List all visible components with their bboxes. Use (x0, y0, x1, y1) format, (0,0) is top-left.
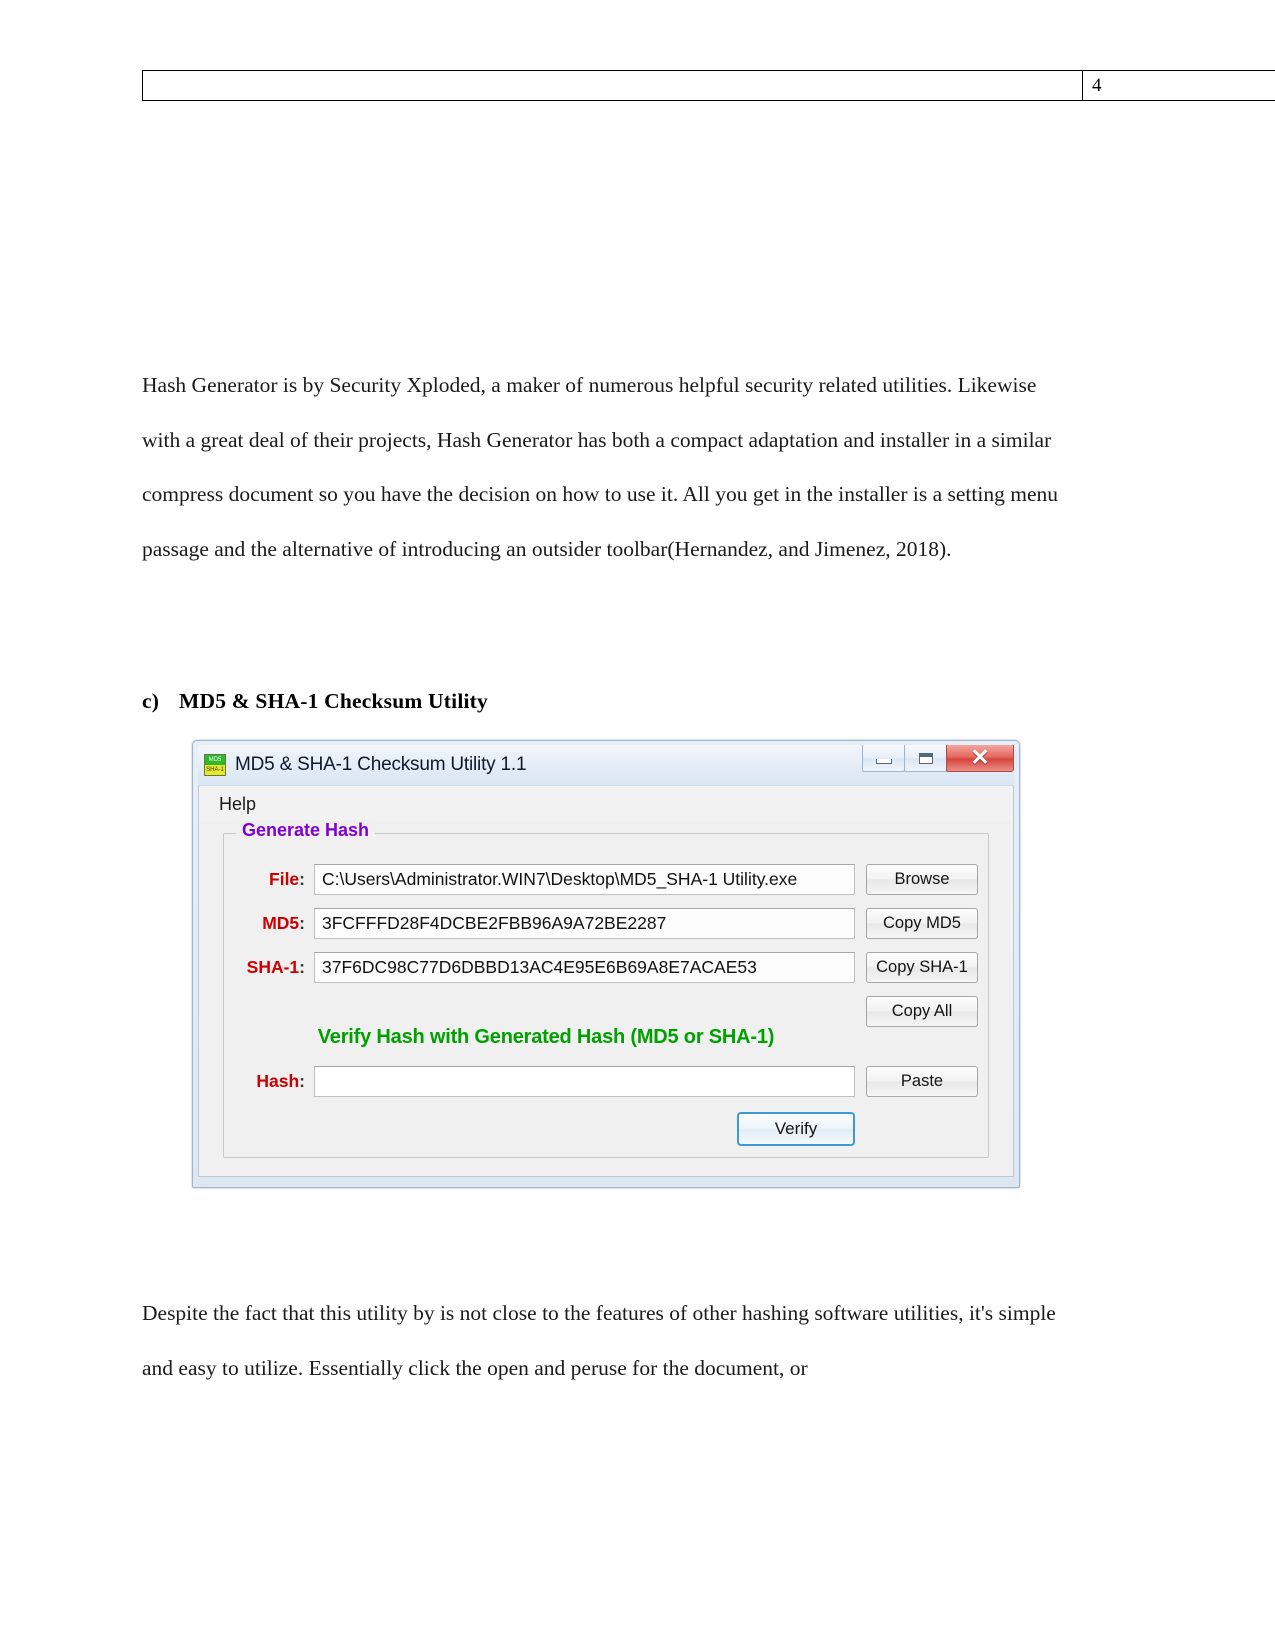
close-button[interactable]: ✕ (946, 745, 1014, 772)
sha1-value-input[interactable]: 37F6DC98C77D6DBBD13AC4E95E6B69A8E7ACAE53 (314, 952, 855, 983)
hash-verify-input[interactable] (314, 1066, 855, 1097)
md5-sha1-checksum-utility-window: MD5 SHA-1 MD5 & SHA-1 Checksum Utility 1… (192, 740, 1020, 1188)
file-label: File: (269, 869, 305, 889)
file-row: File: C:\Users\Administrator.WIN7\Deskto… (234, 864, 978, 895)
heading-text: MD5 & SHA-1 Checksum Utility (179, 689, 488, 713)
verify-hash-banner: Verify Hash with Generated Hash (MD5 or … (317, 1026, 775, 1048)
close-icon: ✕ (970, 743, 990, 770)
page-header-table: 4 (142, 70, 1275, 101)
hash-label: Hash: (256, 1071, 305, 1091)
md5-label: MD5: (262, 913, 305, 933)
app-icon-md5-label: MD5 (205, 755, 225, 765)
hash-row: Hash: Paste (234, 1066, 978, 1097)
minimize-icon (875, 758, 892, 764)
generate-hash-groupbox: Generate Hash File: C:\Users\Administrat… (223, 820, 989, 1158)
app-icon: MD5 SHA-1 (204, 754, 226, 776)
section-heading: c) MD5 & SHA-1 Checksum Utility (142, 689, 488, 714)
maximize-icon (918, 752, 933, 764)
paragraph-closing: Despite the fact that this utility by is… (142, 1301, 1056, 1380)
window-title: MD5 & SHA-1 Checksum Utility 1.1 (235, 754, 527, 775)
sha1-label: SHA-1: (246, 957, 305, 977)
sha1-row: SHA-1: 37F6DC98C77D6DBBD13AC4E95E6B69A8E… (234, 952, 978, 983)
generate-hash-legend: Generate Hash (236, 820, 376, 841)
window-titlebar: MD5 SHA-1 MD5 & SHA-1 Checksum Utility 1… (198, 745, 1014, 785)
app-icon-sha1-label: SHA-1 (205, 765, 225, 775)
md5-row: MD5: 3FCFFFD28F4DCBE2FBB96A9A72BE2287 Co… (234, 908, 978, 939)
browse-button[interactable]: Browse (866, 864, 978, 895)
paste-button[interactable]: Paste (866, 1066, 978, 1097)
page-header-left-cell (143, 71, 1083, 100)
md5-value-input[interactable]: 3FCFFFD28F4DCBE2FBB96A9A72BE2287 (314, 908, 855, 939)
window-controls: ✕ (862, 745, 1014, 774)
file-path-input[interactable]: C:\Users\Administrator.WIN7\Desktop\MD5_… (314, 864, 855, 895)
page-number: 4 (1092, 74, 1102, 96)
copy-all-button[interactable]: Copy All (866, 996, 978, 1027)
maximize-button[interactable] (904, 745, 947, 772)
copy-sha1-button[interactable]: Copy SHA-1 (866, 952, 978, 983)
window-client-area: Help Generate Hash File: C:\Users\Admini… (198, 785, 1014, 1177)
menu-item-help[interactable]: Help (219, 794, 256, 815)
minimize-button[interactable] (862, 745, 905, 772)
menu-bar: Help (199, 786, 1013, 822)
paragraph-intro: Hash Generator is by Security Xploded, a… (142, 373, 1058, 561)
copy-md5-button[interactable]: Copy MD5 (866, 908, 978, 939)
verify-button[interactable]: Verify (737, 1112, 855, 1146)
heading-marker: c) (142, 689, 160, 713)
